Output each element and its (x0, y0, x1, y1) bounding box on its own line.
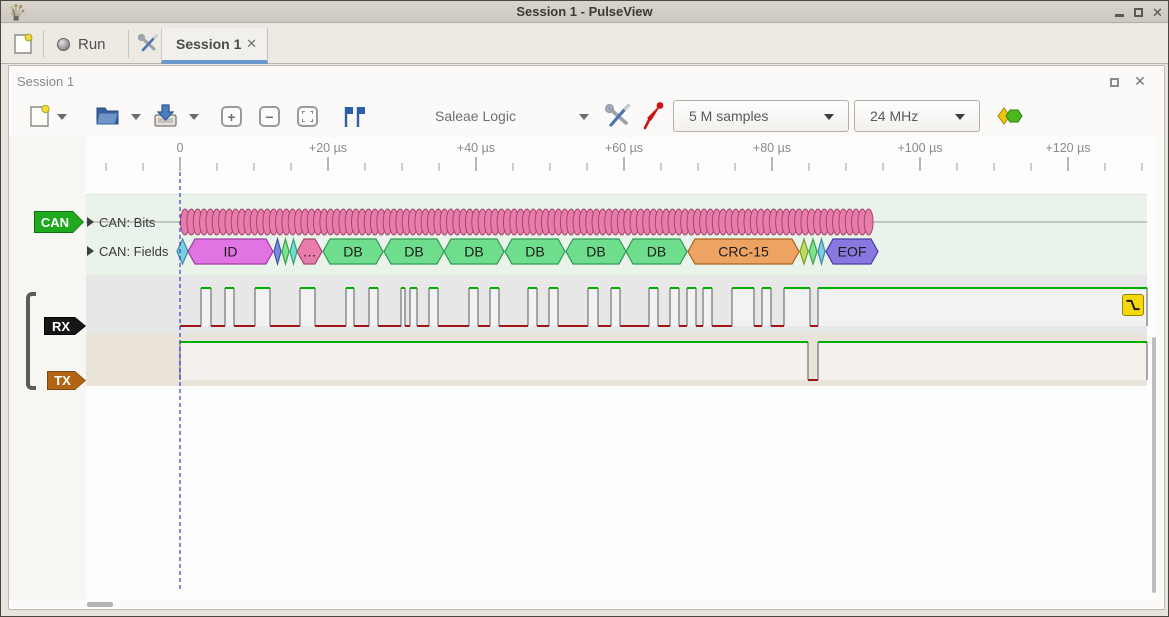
vertical-scrollbar-thumb[interactable] (1152, 337, 1156, 593)
open-file-button[interactable] (95, 104, 120, 127)
decoder-trace-band (86, 194, 1147, 275)
tx-trace-band (86, 334, 1147, 386)
close-button[interactable]: ✕ (1149, 4, 1166, 20)
pulseview-window: Session 1 - PulseView ✕ Run Session 1 ✕ (0, 0, 1169, 617)
zoom-out-icon: − (265, 109, 273, 125)
decoder-tag-can[interactable]: CAN (34, 211, 84, 233)
minimize-icon (1115, 14, 1124, 17)
sample-rate-value: 24 MHz (870, 108, 918, 124)
maximize-button[interactable] (1130, 4, 1147, 20)
sample-rate-dropdown-arrow (955, 114, 965, 120)
fields-row-label: CAN: Fields (99, 244, 168, 259)
new-session-button[interactable] (13, 33, 33, 55)
titlebar: Session 1 - PulseView ✕ (1, 1, 1168, 23)
toolbar-separator (43, 30, 44, 58)
subwindow-maximize-button[interactable] (1106, 74, 1122, 90)
sample-count-value: 5 M samples (689, 108, 768, 124)
new-file-button[interactable] (29, 104, 50, 128)
bits-row-expander-icon[interactable] (87, 217, 94, 227)
tab-session-1[interactable]: Session 1 ✕ (161, 28, 268, 64)
new-file-dropdown-arrow[interactable] (57, 114, 67, 120)
device-dropdown-arrow[interactable] (579, 114, 589, 120)
subwindow-maximize-icon (1110, 78, 1119, 87)
markers-flags-button[interactable] (343, 105, 365, 129)
can-tag-label: CAN (35, 212, 83, 232)
run-label: Run (78, 36, 106, 53)
zoom-fit-button[interactable] (297, 106, 318, 127)
subwindow-title: Session 1 (17, 74, 74, 89)
trace-label-margin (9, 137, 86, 599)
configure-device-button[interactable] (604, 103, 631, 130)
sample-rate-select[interactable]: 24 MHz (854, 100, 980, 132)
rx-trace-band (86, 275, 1147, 334)
rx-trace-tag[interactable]: RX (44, 317, 86, 335)
save-button[interactable] (153, 102, 178, 128)
horizontal-scrollbar-thumb[interactable] (87, 602, 113, 607)
tab-label: Session 1 (176, 36, 241, 52)
run-state-icon (57, 38, 70, 51)
run-button[interactable]: Run (57, 32, 115, 56)
zoom-in-button[interactable]: + (221, 106, 242, 127)
save-dropdown-arrow[interactable] (189, 114, 199, 120)
toolbar-separator (128, 30, 129, 58)
probe-button[interactable] (642, 101, 664, 130)
minimize-button[interactable] (1111, 4, 1128, 20)
subwindow-close-button[interactable]: ✕ (1132, 73, 1148, 89)
fields-row-expander-icon[interactable] (87, 246, 94, 256)
window-title: Session 1 - PulseView (1, 4, 1168, 19)
zoom-out-button[interactable]: − (259, 106, 280, 127)
add-decoder-button[interactable] (997, 106, 1025, 126)
sample-count-dropdown-arrow (824, 114, 834, 120)
tx-trace-tag[interactable]: TX (47, 371, 86, 390)
falling-edge-trigger-icon (1124, 296, 1142, 314)
subwindow-close-icon: ✕ (1134, 73, 1146, 90)
zoom-fit-icon (302, 111, 313, 122)
close-icon: ✕ (1152, 6, 1163, 19)
zoom-in-icon: + (227, 109, 235, 125)
bits-row-label: CAN: Bits (99, 215, 155, 230)
main-toolbar: Run Session 1 ✕ (1, 24, 1168, 64)
trigger-marker-badge[interactable] (1122, 294, 1144, 316)
sample-count-select[interactable]: 5 M samples (673, 100, 849, 132)
settings-wrench-icon[interactable] (138, 34, 158, 54)
open-file-dropdown-arrow[interactable] (131, 114, 141, 120)
maximize-icon (1134, 8, 1143, 17)
trace-group-bracket[interactable] (26, 292, 36, 390)
device-selector[interactable]: Saleae Logic (435, 108, 516, 124)
tx-tag-label: TX (48, 372, 85, 389)
tab-close-icon[interactable]: ✕ (246, 36, 257, 52)
